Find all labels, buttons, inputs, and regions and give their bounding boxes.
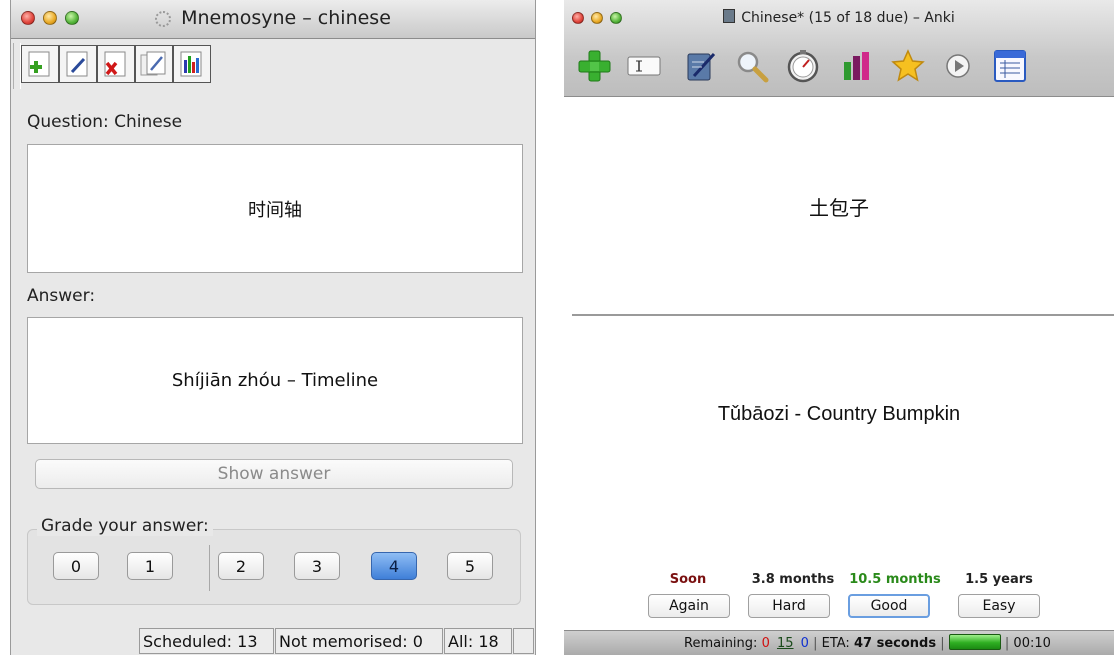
again-interval: Soon <box>669 572 707 587</box>
edit-button[interactable] <box>684 48 720 84</box>
edit-deck-button[interactable] <box>135 45 173 83</box>
graphs-icon <box>844 52 869 80</box>
anki-window: Chinese* (15 of 18 due) – Anki 土包子 Tǔbāo… <box>564 0 1114 655</box>
edit-card-icon <box>66 51 88 77</box>
statistics-button[interactable] <box>173 45 211 83</box>
toolbar-grip[interactable] <box>13 43 21 89</box>
window-title-text: Mnemosyne – chinese <box>181 7 391 29</box>
search-icon <box>737 51 769 83</box>
grade-group-title: Grade your answer: <box>37 516 213 536</box>
mark-star-icon <box>891 49 925 82</box>
edit-card-button[interactable] <box>59 45 97 83</box>
learn-count: 0 <box>800 636 809 651</box>
delete-card-icon <box>104 51 126 77</box>
easy-button[interactable]: Easy <box>958 594 1040 618</box>
add-button[interactable] <box>576 48 612 84</box>
grade-button-4[interactable]: 4 <box>371 552 417 580</box>
mark-button[interactable] <box>890 48 926 84</box>
eta-value: 47 seconds <box>853 636 937 651</box>
grade-button-2[interactable]: 2 <box>218 552 264 580</box>
hard-button[interactable]: Hard <box>748 594 830 618</box>
card-layout-button[interactable] <box>626 54 662 90</box>
browse-list-icon <box>994 50 1026 82</box>
mnemosyne-window: Mnemosyne – chinese Question: Chinese 时间… <box>10 0 536 655</box>
answer-text: Tǔbāozi - Country Bumpkin <box>717 403 961 425</box>
mnemosyne-toolbar <box>11 39 535 95</box>
grade-button-5[interactable]: 5 <box>447 552 493 580</box>
answer-label: Answer: <box>27 286 96 306</box>
add-cards-button[interactable] <box>21 45 59 83</box>
question-label: Question: Chinese <box>27 112 183 132</box>
mnemosyne-titlebar: Mnemosyne – chinese <box>11 0 535 39</box>
scheduled-count: Scheduled: 13 <box>139 628 274 654</box>
document-icon <box>723 9 736 23</box>
play-audio-button[interactable] <box>940 48 976 84</box>
status-content: Remaining: 0 15 0 | ETA: 47 seconds | | … <box>684 634 1051 651</box>
edit-icon <box>687 52 716 81</box>
hard-interval: 3.8 months <box>751 572 835 587</box>
grade-separator <box>209 545 210 591</box>
review-count: 15 <box>776 636 794 651</box>
anki-titlebar: Chinese* (15 of 18 due) – Anki <box>564 0 1114 97</box>
card-layout-icon <box>627 56 661 76</box>
edit-deck-icon <box>140 51 166 76</box>
question-text: 土包子 <box>809 196 869 220</box>
add-cards-icon <box>28 51 50 77</box>
answer-text: Shíjiān zhóu – Timeline <box>171 370 379 391</box>
easy-interval: 1.5 years <box>965 572 1033 587</box>
eta-label: ETA: <box>821 636 850 651</box>
resize-grip[interactable] <box>513 628 534 654</box>
delete-card-button[interactable] <box>97 45 135 83</box>
app-icon <box>155 10 172 27</box>
timer-icon <box>787 50 819 83</box>
all-count: All: 18 <box>444 628 512 654</box>
mnemosyne-statusbar: Scheduled: 13 Not memorised: 0 All: 18 <box>11 628 535 655</box>
not-memorised-count: Not memorised: 0 <box>275 628 443 654</box>
session-timer: 00:10 <box>1013 636 1051 651</box>
window-title: Chinese* (15 of 18 due) – Anki <box>564 9 1114 26</box>
window-title-text: Chinese* (15 of 18 due) – Anki <box>741 10 955 26</box>
progress-bar <box>948 634 1001 650</box>
new-count: 0 <box>761 636 770 651</box>
answer-box: Shíjiān zhóu – Timeline <box>27 317 523 444</box>
add-icon <box>578 50 611 82</box>
good-button[interactable]: Good <box>848 594 930 618</box>
timer-button[interactable] <box>786 48 822 84</box>
search-button[interactable] <box>734 48 770 84</box>
question-text: 时间轴 <box>248 199 302 221</box>
window-title: Mnemosyne – chinese <box>11 7 535 29</box>
show-answer-button[interactable]: Show answer <box>35 459 513 489</box>
remaining-label: Remaining: <box>684 636 758 651</box>
answer-divider <box>572 314 1114 316</box>
browse-button[interactable] <box>992 48 1028 84</box>
again-button[interactable]: Again <box>648 594 730 618</box>
grade-button-0[interactable]: 0 <box>53 552 99 580</box>
graphs-button[interactable] <box>840 48 876 84</box>
question-box: 时间轴 <box>27 144 523 273</box>
grade-button-1[interactable]: 1 <box>127 552 173 580</box>
anki-statusbar: Remaining: 0 15 0 | ETA: 47 seconds | | … <box>564 630 1114 655</box>
statistics-icon <box>180 51 202 77</box>
grade-button-3[interactable]: 3 <box>294 552 340 580</box>
good-interval: 10.5 months <box>849 572 941 587</box>
play-icon <box>946 54 970 78</box>
